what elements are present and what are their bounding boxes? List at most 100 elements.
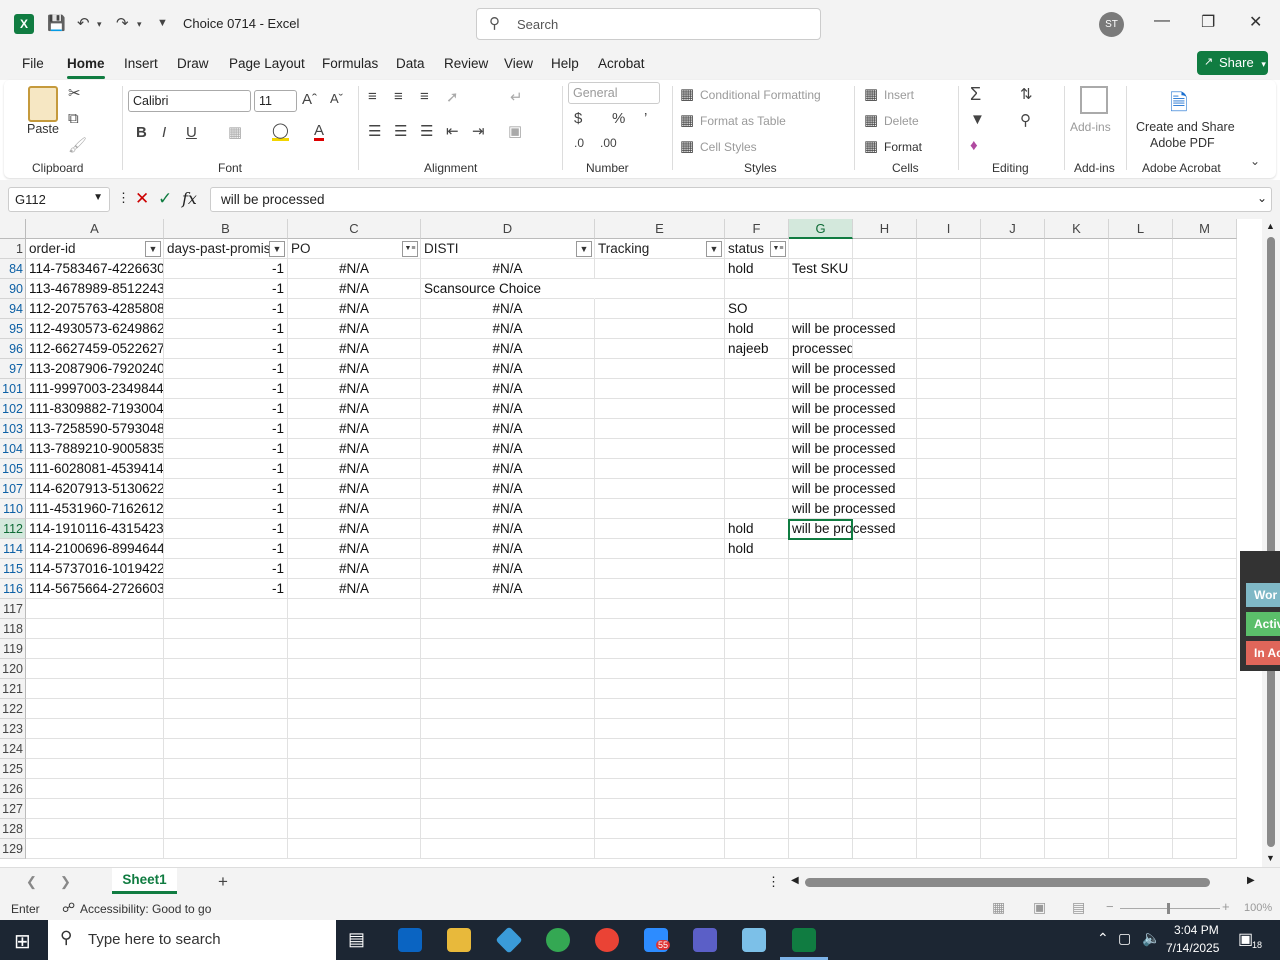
cell[interactable]: will be processed [789,519,896,539]
tab-help[interactable]: Help [551,56,579,71]
cell[interactable] [595,419,725,439]
cell[interactable] [1045,519,1109,539]
cell[interactable] [1045,379,1109,399]
cell[interactable] [917,699,981,719]
cell[interactable] [288,839,421,859]
row-header[interactable]: 119 [0,639,26,659]
borders-icon[interactable]: ▦ [228,123,242,141]
decrease-indent-icon[interactable]: ⇤ [446,122,459,140]
adobe-pdf-icon[interactable]: 🗎 [1170,86,1188,124]
italic-icon[interactable]: I [162,124,166,141]
cell[interactable] [789,719,853,739]
cell[interactable] [981,339,1045,359]
cell[interactable] [1045,299,1109,319]
cell[interactable] [1109,819,1173,839]
cell[interactable] [981,619,1045,639]
filter-dropdown-icon[interactable]: ▼ [706,241,722,257]
row-header[interactable]: 117 [0,599,26,619]
cell-styles-button[interactable]: Cell Styles [700,140,757,154]
cell[interactable] [853,699,917,719]
cell[interactable] [595,259,725,279]
column-header-l[interactable]: L [1109,219,1173,239]
cell[interactable] [725,439,789,459]
cell[interactable] [595,559,725,579]
worksheet-grid[interactable]: ABCDEFGHIJKLM 1 order-id ▼ days-past-promis… [0,219,1262,867]
cell[interactable] [595,719,725,739]
name-box[interactable]: G112 ▼ [8,187,110,212]
cell[interactable] [1173,839,1237,859]
cell[interactable] [1045,459,1109,479]
cell[interactable] [1173,499,1237,519]
cell[interactable] [917,619,981,639]
cell[interactable]: -1 [164,399,288,419]
cell[interactable] [853,779,917,799]
row-header[interactable]: 101 [0,379,26,399]
cell[interactable]: #N/A [421,439,595,459]
cell[interactable] [1045,599,1109,619]
cell[interactable] [1173,459,1237,479]
undo-dropdown-icon[interactable]: ▾ [97,19,102,30]
cell[interactable] [26,679,164,699]
cell[interactable] [1173,539,1237,559]
cell[interactable] [1045,659,1109,679]
select-all-corner[interactable] [0,219,26,239]
cell[interactable]: 112-6627459-0522627 [26,339,164,359]
more-sheets-icon[interactable]: ⋮ [767,874,780,890]
cell[interactable] [288,799,421,819]
column-header-f[interactable]: F [725,219,789,239]
cell[interactable] [1109,279,1173,299]
cell[interactable]: #N/A [421,459,595,479]
cell[interactable] [595,659,725,679]
cell[interactable]: -1 [164,299,288,319]
cell[interactable] [981,639,1045,659]
cell[interactable] [1045,839,1109,859]
cell[interactable] [26,719,164,739]
cell[interactable] [725,459,789,479]
app-icon[interactable] [495,926,523,954]
cell[interactable]: #N/A [288,339,421,359]
cell[interactable] [595,319,725,339]
chrome-icon[interactable] [546,928,570,952]
cell[interactable]: #N/A [421,339,595,359]
cell[interactable] [164,799,288,819]
row-header[interactable]: 94 [0,299,26,319]
redo-dropdown-icon[interactable]: ▾ [137,19,142,30]
sheet-tab-sheet1[interactable]: Sheet1 [112,868,177,894]
cell[interactable] [421,779,595,799]
zoom-level[interactable]: 100% [1244,902,1272,914]
cell[interactable] [26,599,164,619]
cell[interactable] [164,699,288,719]
cell[interactable] [1109,319,1173,339]
cell[interactable] [853,419,917,439]
cell[interactable]: #N/A [288,459,421,479]
tab-draw[interactable]: Draw [177,56,209,71]
teams-icon[interactable] [693,928,717,952]
row-header[interactable]: 126 [0,779,26,799]
cell[interactable]: #N/A [288,399,421,419]
filter-active-icon[interactable]: ▼≡ [770,241,786,257]
cell[interactable] [288,719,421,739]
cell[interactable] [26,819,164,839]
cell[interactable]: 112-4930573-6249862 [26,319,164,339]
side-item-inactive[interactable]: In Ac [1246,641,1280,665]
next-sheet-icon[interactable]: ❯ [60,874,71,890]
cell[interactable] [725,779,789,799]
cell[interactable] [1045,819,1109,839]
cell[interactable]: #N/A [421,539,595,559]
increase-decimal-icon[interactable]: .0 [574,136,584,150]
cell[interactable] [26,639,164,659]
cell[interactable] [288,699,421,719]
cell[interactable] [725,639,789,659]
cell[interactable] [981,299,1045,319]
cell[interactable] [789,239,853,259]
cell[interactable] [1045,359,1109,379]
cell[interactable] [1173,319,1237,339]
cell[interactable] [595,759,725,779]
cell[interactable] [595,459,725,479]
cell[interactable]: najeeb [725,339,789,359]
cell[interactable] [853,519,917,539]
cell[interactable] [917,779,981,799]
tab-home[interactable]: Home [67,56,105,71]
cell[interactable] [1045,399,1109,419]
cell[interactable] [853,439,917,459]
